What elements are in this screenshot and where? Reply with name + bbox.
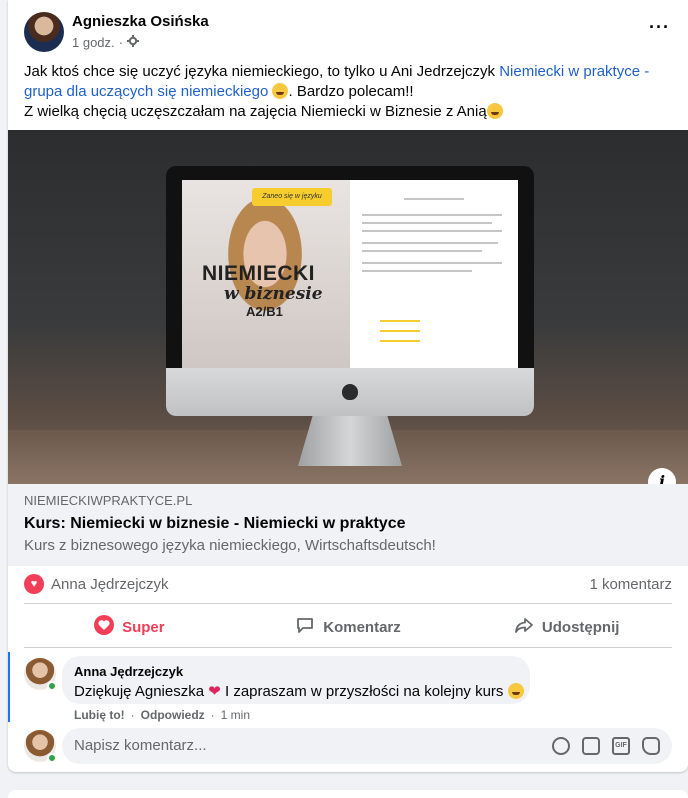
laughing-emoji-icon xyxy=(486,103,503,119)
highlight-line xyxy=(380,340,420,342)
screen-right-panel xyxy=(350,180,518,368)
text-line xyxy=(404,198,464,200)
link-preview[interactable]: NIEMIECKIWPRAKTYCE.PL Kurs: Niemiecki w … xyxy=(8,484,688,566)
gear-icon[interactable] xyxy=(127,35,139,50)
comment-text-part1: Dziękuję Agnieszka xyxy=(74,683,209,700)
smile-emoji-icon xyxy=(272,83,289,99)
react-button[interactable]: Super xyxy=(20,607,239,647)
screen-left-panel: Zaneo się w języku NIEMIECKI w biznesie … xyxy=(182,180,350,368)
separator-dot: · xyxy=(130,708,135,722)
monitor-screen: Zaneo się w języku NIEMIECKI w biznesie … xyxy=(182,180,518,368)
comment-button[interactable]: Komentarz xyxy=(239,607,458,647)
link-description: Kurs z biznesowego języka niemieckiego, … xyxy=(24,537,436,554)
highlight-line xyxy=(380,330,420,332)
post-text: Jak ktoś chce się uczyć języka niemiecki… xyxy=(24,62,674,122)
text-line xyxy=(362,230,502,232)
screen-subtitle: w biznesie xyxy=(224,284,323,304)
post-text-line3: Z wielką chęcią uczęszczałam na zajęcia … xyxy=(24,103,487,120)
share-button[interactable]: Udostępnij xyxy=(457,607,676,647)
commenter-name[interactable]: Anna Jędrzejczyk xyxy=(74,664,183,679)
more-options-icon[interactable]: ··· xyxy=(649,18,670,36)
comment-label: Komentarz xyxy=(323,618,401,636)
divider xyxy=(24,603,672,604)
comment-count[interactable]: 1 komentarz xyxy=(589,576,672,593)
text-line xyxy=(362,270,472,272)
reply-link[interactable]: Odpowiedz xyxy=(141,708,205,722)
comment-input-icons: GIF xyxy=(552,737,660,755)
next-post-card xyxy=(8,790,688,798)
link-title[interactable]: Kurs: Niemiecki w biznesie - Niemiecki w… xyxy=(24,515,406,533)
link-image[interactable]: Zaneo się w języku NIEMIECKI w biznesie … xyxy=(8,130,688,484)
comment-meta: Lubię to! · Odpowiedz · 1 min xyxy=(74,708,250,722)
post-text-part1: Jak ktoś chce się uczyć języka niemiecki… xyxy=(24,63,500,80)
write-comment-row: Napisz komentarz... GIF xyxy=(8,726,688,766)
comment-bubble: Anna Jędrzejczyk Dziękuję Agnieszka ❤ I … xyxy=(62,656,530,704)
post-actions: Super Komentarz Udostępnij xyxy=(20,607,676,647)
reaction-stats: ♥ Anna Jędrzejczyk 1 komentarz xyxy=(8,566,688,602)
share-label: Udostępnij xyxy=(541,618,620,636)
comment-input[interactable]: Napisz komentarz... GIF xyxy=(62,728,672,764)
gif-icon[interactable]: GIF xyxy=(612,737,630,755)
reactor-name[interactable]: Anna Jędrzejczyk xyxy=(51,576,169,593)
highlight-line xyxy=(380,320,420,322)
screen-badge: Zaneo się w języku xyxy=(252,188,332,206)
online-status-icon xyxy=(47,681,57,691)
sticker-icon[interactable] xyxy=(642,737,660,755)
post-card: Agnieszka Osińska 1 godz. · ··· Jak ktoś… xyxy=(8,0,688,772)
comment-text: Dziękuję Agnieszka ❤ I zapraszam w przys… xyxy=(74,682,524,700)
post-header: Agnieszka Osińska 1 godz. · ··· xyxy=(8,0,688,60)
post-text-part2: . Bardzo polecam!! xyxy=(288,83,414,100)
author-name[interactable]: Agnieszka Osińska xyxy=(72,13,209,30)
heart-icon[interactable]: ♥ xyxy=(24,574,44,594)
author-avatar[interactable] xyxy=(24,12,64,52)
post-meta: 1 godz. · xyxy=(72,35,139,50)
comment-icon xyxy=(295,615,315,639)
link-domain: NIEMIECKIWPRAKTYCE.PL xyxy=(24,493,193,508)
text-line xyxy=(362,214,502,216)
comment: Anna Jędrzejczyk Dziękuję Agnieszka ❤ I … xyxy=(8,652,688,728)
comment-time[interactable]: 1 min xyxy=(221,708,250,722)
red-heart-emoji-icon: ❤ xyxy=(208,683,221,700)
like-comment-link[interactable]: Lubię to! xyxy=(74,708,125,722)
comment-text-part2: I zapraszam w przyszłości na kolejny kur… xyxy=(220,683,508,700)
heart-icon xyxy=(94,615,115,639)
share-icon xyxy=(514,615,534,639)
post-time[interactable]: 1 godz. xyxy=(72,35,115,50)
comment-input-placeholder: Napisz komentarz... xyxy=(74,737,207,754)
divider xyxy=(24,647,672,648)
separator-dot: · xyxy=(118,35,123,50)
screen-title: NIEMIECKI xyxy=(202,262,316,285)
online-status-icon xyxy=(47,753,57,763)
apple-logo-icon xyxy=(342,384,358,400)
camera-icon[interactable] xyxy=(582,737,600,755)
text-line xyxy=(362,262,502,264)
comment-highlight-bar xyxy=(8,652,10,722)
react-label: Super xyxy=(122,618,165,636)
text-line xyxy=(362,250,482,252)
emoji-picker-icon[interactable] xyxy=(552,737,570,755)
separator-dot: · xyxy=(210,708,215,722)
screen-level: A2/B1 xyxy=(246,304,283,319)
smile-emoji-icon xyxy=(507,683,524,699)
monitor-stand xyxy=(298,416,402,466)
text-line xyxy=(362,242,498,244)
text-line xyxy=(362,222,492,224)
